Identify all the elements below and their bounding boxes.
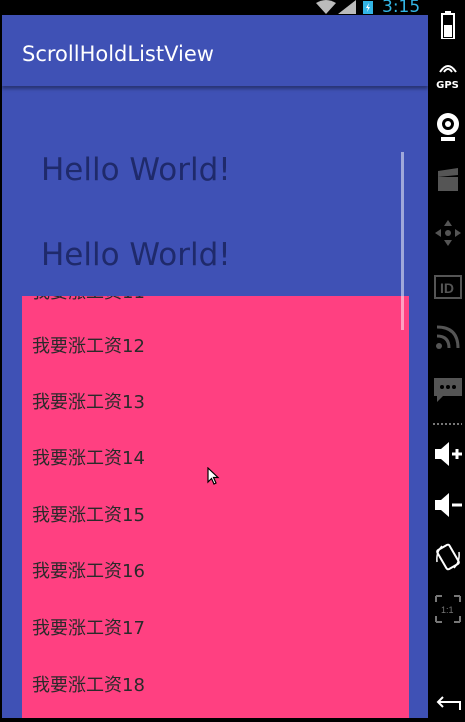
mouse-cursor-icon [207, 467, 220, 485]
rss-feed-icon[interactable] [432, 320, 463, 354]
list-item[interactable]: 我要涨工资13 [32, 373, 402, 429]
list-item[interactable]: 我要涨工资16 [32, 542, 402, 598]
video-clapper-icon[interactable] [432, 163, 463, 197]
device-id-icon[interactable]: ID [432, 270, 463, 304]
list-item[interactable]: 我要涨工资12 [32, 317, 402, 373]
gps-icon[interactable]: GPS [432, 58, 463, 92]
battery-icon [363, 1, 373, 14]
list-item[interactable]: 我要涨工资17 [32, 599, 402, 655]
svg-text:1:1: 1:1 [441, 605, 454, 615]
wifi-icon [316, 0, 336, 14]
status-bar: 3:15 [0, 0, 430, 17]
scrollbar[interactable] [401, 152, 404, 330]
action-bar: ScrollHoldListView [2, 15, 428, 86]
rotate-screen-icon[interactable] [432, 540, 463, 574]
app-title: ScrollHoldListView [22, 42, 214, 66]
sidebar-divider [433, 423, 462, 425]
emulator-sidebar: GPS ID 1:1 [430, 0, 465, 718]
list-view[interactable]: 我要涨工资11 我要涨工资12 我要涨工资13 我要涨工资14 我要涨工资15 … [22, 296, 409, 718]
volume-up-icon[interactable] [432, 437, 463, 471]
hello-text: Hello World! [41, 152, 231, 188]
back-icon[interactable] [432, 688, 463, 722]
gps-label: GPS [436, 80, 459, 91]
battery-toggle-icon[interactable] [432, 8, 463, 42]
hello-text: Hello World! [41, 237, 231, 273]
webcam-icon[interactable] [432, 110, 463, 144]
volume-down-icon[interactable] [432, 488, 463, 522]
list-item[interactable]: 我要涨工资11 [32, 296, 402, 319]
dpad-icon[interactable] [432, 216, 463, 250]
scale-icon[interactable]: 1:1 [432, 592, 463, 626]
svg-text:ID: ID [440, 280, 454, 296]
list-item[interactable]: 我要涨工资18 [32, 656, 402, 712]
app-screen: ScrollHoldListView Hello World! Hello Wo… [2, 15, 428, 718]
signal-icon [338, 0, 356, 14]
list-item[interactable]: 我要涨工资15 [32, 486, 402, 542]
sms-icon[interactable] [432, 372, 463, 406]
